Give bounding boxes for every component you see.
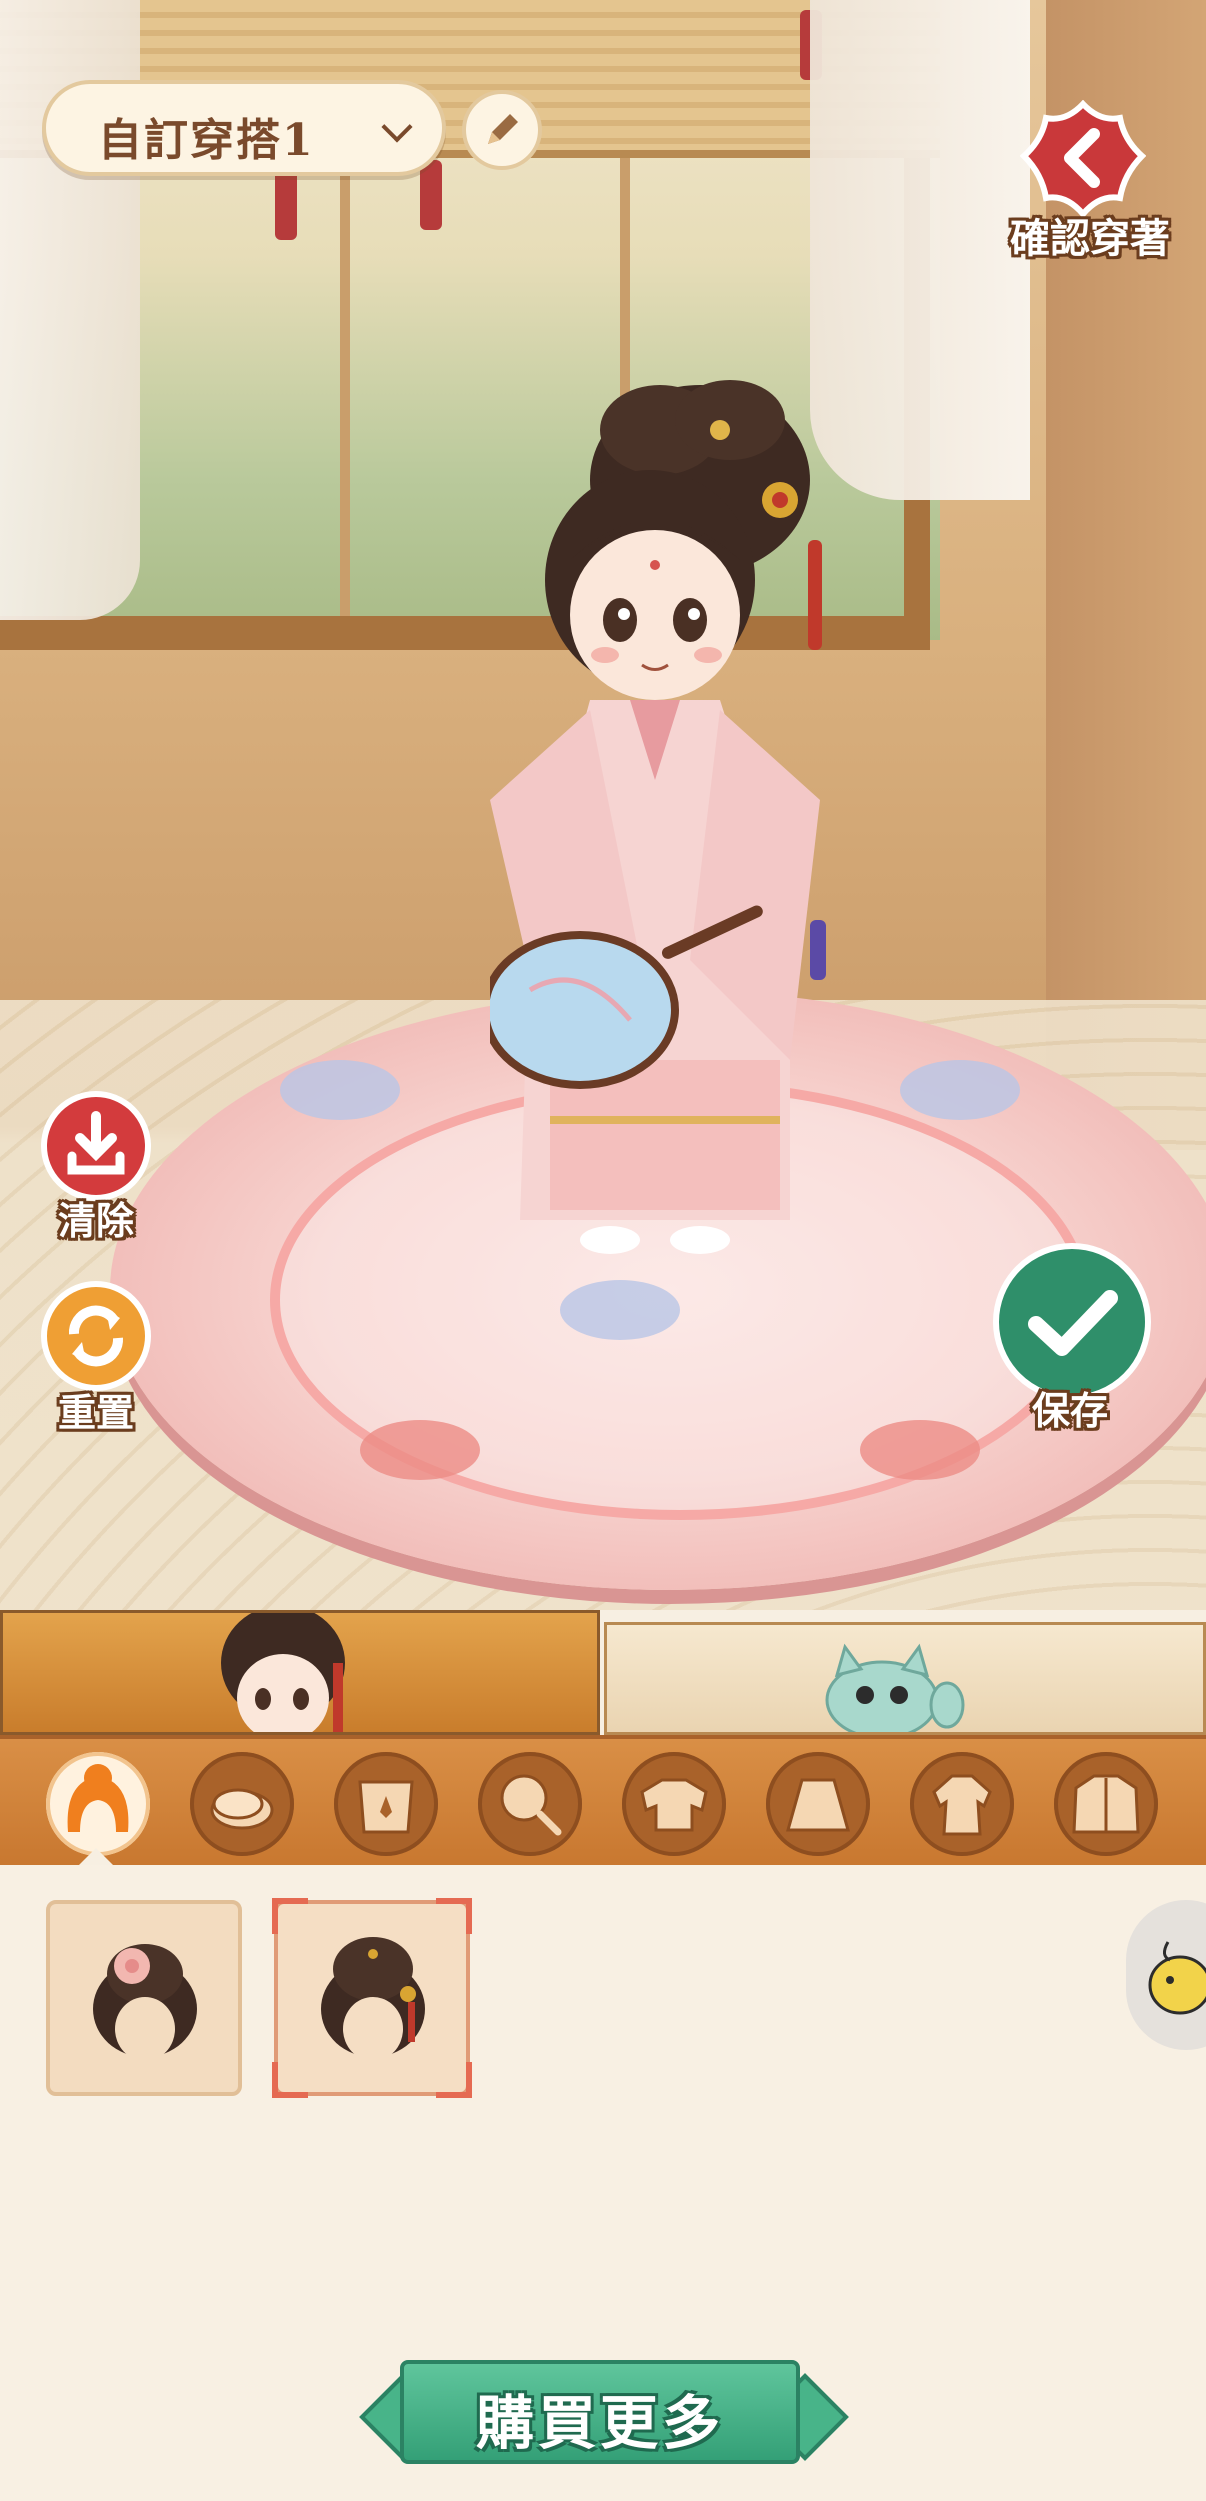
coat-icon xyxy=(1072,1774,1140,1834)
rug-petal xyxy=(900,1060,1020,1120)
reset-button[interactable] xyxy=(40,1280,152,1392)
refresh-icon xyxy=(41,1281,151,1391)
rug-petal xyxy=(280,1060,400,1120)
hair-icon xyxy=(67,1764,129,1832)
category-bar xyxy=(0,1735,1206,1869)
tassel xyxy=(420,160,442,230)
buy-more-label: 購買更多 xyxy=(475,2389,724,2457)
item-hairstyle[interactable] xyxy=(46,1900,242,2096)
chevron-down-icon xyxy=(381,111,413,143)
pencil-icon xyxy=(488,114,518,144)
category-top[interactable] xyxy=(622,1752,726,1856)
item-hairstyle-selected[interactable] xyxy=(272,1898,472,2098)
tassel xyxy=(275,170,297,240)
hairstyle-flower-bun-icon xyxy=(93,1944,197,2061)
robe-icon xyxy=(932,1774,992,1836)
buy-more-button[interactable]: 購買更多 xyxy=(400,2360,800,2464)
tab-character[interactable] xyxy=(0,1610,600,1735)
download-clear-icon xyxy=(41,1091,151,1201)
save-label: 保存 xyxy=(1031,1388,1108,1433)
rename-outfit-button[interactable] xyxy=(462,90,542,170)
outfit-name: 自訂穿搭1 xyxy=(98,115,315,166)
mascot-icon xyxy=(1148,1941,1206,2015)
pet-cat-icon xyxy=(825,1643,965,1732)
category-skirt[interactable] xyxy=(766,1752,870,1856)
fan-icon xyxy=(500,1774,562,1836)
confirm-wear-label: 確認穿著 xyxy=(1010,215,1170,262)
confirm-wear-button[interactable] xyxy=(1019,99,1147,220)
reset-label: 重置 xyxy=(57,1390,134,1435)
category-hair[interactable] xyxy=(46,1752,150,1856)
clear-label: 清除 xyxy=(57,1198,134,1243)
face-icon xyxy=(210,1788,274,1830)
category-accessory[interactable] xyxy=(334,1752,438,1856)
character-avatar[interactable] xyxy=(490,360,910,1310)
back-arrow-icon xyxy=(1019,99,1147,219)
category-face[interactable] xyxy=(190,1752,294,1856)
category-coat[interactable] xyxy=(1054,1752,1158,1856)
rug-petal xyxy=(860,1420,980,1480)
clear-button[interactable] xyxy=(40,1090,152,1202)
rug-petal xyxy=(360,1420,480,1480)
tab-pet[interactable] xyxy=(604,1622,1206,1735)
outfit-selector[interactable]: 自訂穿搭1 xyxy=(42,80,446,176)
category-outer[interactable] xyxy=(910,1752,1014,1856)
accessory-icon xyxy=(358,1780,414,1834)
hairstyle-gold-hairpin-bun-icon xyxy=(321,1937,425,2061)
category-handheld[interactable] xyxy=(478,1752,582,1856)
character-portrait-icon xyxy=(221,1613,345,1732)
skirt-icon xyxy=(786,1778,850,1832)
top-icon xyxy=(640,1778,708,1832)
